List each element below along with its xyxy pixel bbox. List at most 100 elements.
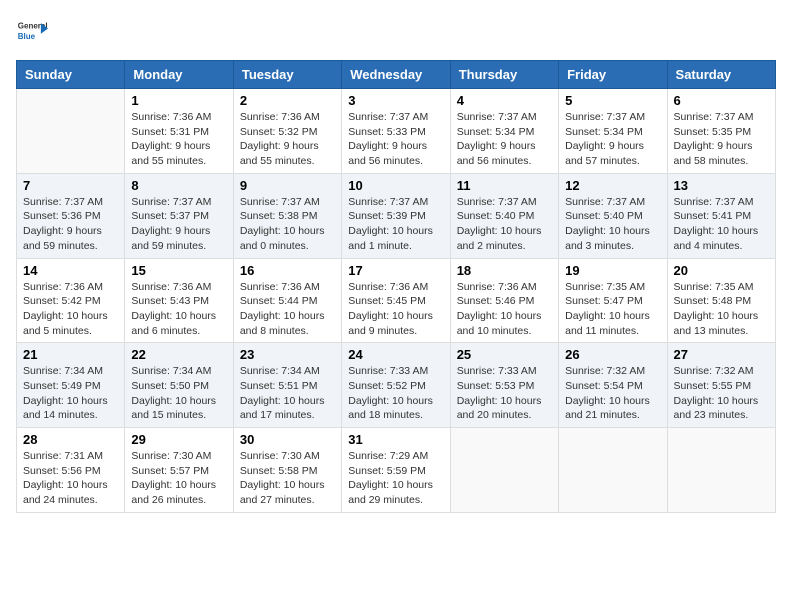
week-row-2: 7 Sunrise: 7:37 AMSunset: 5:36 PMDaylight…: [17, 173, 776, 258]
day-info: Sunrise: 7:37 AMSunset: 5:34 PMDaylight:…: [565, 110, 660, 169]
day-info: Sunrise: 7:37 AMSunset: 5:35 PMDaylight:…: [674, 110, 769, 169]
week-row-3: 14 Sunrise: 7:36 AMSunset: 5:42 PMDayligh…: [17, 258, 776, 343]
day-cell: 2 Sunrise: 7:36 AMSunset: 5:32 PMDaylight…: [233, 89, 341, 174]
day-number: 6: [674, 93, 769, 108]
day-cell: 16 Sunrise: 7:36 AMSunset: 5:44 PMDayligh…: [233, 258, 341, 343]
day-info: Sunrise: 7:34 AMSunset: 5:49 PMDaylight:…: [23, 364, 118, 423]
page-header: General Blue: [16, 16, 776, 48]
day-number: 24: [348, 347, 443, 362]
day-info: Sunrise: 7:31 AMSunset: 5:56 PMDaylight:…: [23, 449, 118, 508]
day-header-friday: Friday: [559, 61, 667, 89]
day-number: 14: [23, 263, 118, 278]
day-info: Sunrise: 7:34 AMSunset: 5:50 PMDaylight:…: [131, 364, 226, 423]
day-info: Sunrise: 7:36 AMSunset: 5:45 PMDaylight:…: [348, 280, 443, 339]
day-number: 13: [674, 178, 769, 193]
day-cell: 29Sunrise: 7:30 AMSunset: 5:57 PMDayligh…: [125, 428, 233, 513]
week-row-5: 28 Sunrise: 7:31 AMSunset: 5:56 PMDayligh…: [17, 428, 776, 513]
day-info: Sunrise: 7:36 AMSunset: 5:44 PMDaylight:…: [240, 280, 335, 339]
svg-text:Blue: Blue: [18, 32, 36, 41]
day-cell: [559, 428, 667, 513]
day-info: Sunrise: 7:37 AMSunset: 5:40 PMDaylight:…: [457, 195, 552, 254]
day-cell: 20 Sunrise: 7:35 AMSunset: 5:48 PMDayligh…: [667, 258, 775, 343]
day-number: 17: [348, 263, 443, 278]
day-info: Sunrise: 7:37 AMSunset: 5:41 PMDaylight:…: [674, 195, 769, 254]
day-cell: 11 Sunrise: 7:37 AMSunset: 5:40 PMDayligh…: [450, 173, 558, 258]
day-info: Sunrise: 7:37 AMSunset: 5:38 PMDaylight:…: [240, 195, 335, 254]
day-number: 3: [348, 93, 443, 108]
week-row-4: 21Sunrise: 7:34 AMSunset: 5:49 PMDayligh…: [17, 343, 776, 428]
day-number: 10: [348, 178, 443, 193]
day-cell: 28 Sunrise: 7:31 AMSunset: 5:56 PMDayligh…: [17, 428, 125, 513]
day-info: Sunrise: 7:32 AMSunset: 5:54 PMDaylight:…: [565, 364, 660, 423]
day-info: Sunrise: 7:32 AMSunset: 5:55 PMDaylight:…: [674, 364, 769, 423]
day-info: Sunrise: 7:33 AMSunset: 5:53 PMDaylight:…: [457, 364, 552, 423]
day-number: 12: [565, 178, 660, 193]
day-number: 7: [23, 178, 118, 193]
day-info: Sunrise: 7:29 AMSunset: 5:59 PMDaylight:…: [348, 449, 443, 508]
day-info: Sunrise: 7:35 AMSunset: 5:48 PMDaylight:…: [674, 280, 769, 339]
day-number: 4: [457, 93, 552, 108]
day-number: 22: [131, 347, 226, 362]
day-cell: [17, 89, 125, 174]
day-cell: 14 Sunrise: 7:36 AMSunset: 5:42 PMDayligh…: [17, 258, 125, 343]
day-header-monday: Monday: [125, 61, 233, 89]
day-cell: 12 Sunrise: 7:37 AMSunset: 5:40 PMDayligh…: [559, 173, 667, 258]
day-cell: [450, 428, 558, 513]
day-cell: 27 Sunrise: 7:32 AMSunset: 5:55 PMDayligh…: [667, 343, 775, 428]
day-number: 9: [240, 178, 335, 193]
day-number: 25: [457, 347, 552, 362]
day-cell: 21Sunrise: 7:34 AMSunset: 5:49 PMDayligh…: [17, 343, 125, 428]
day-number: 2: [240, 93, 335, 108]
day-number: 19: [565, 263, 660, 278]
day-cell: 17 Sunrise: 7:36 AMSunset: 5:45 PMDayligh…: [342, 258, 450, 343]
day-cell: 13 Sunrise: 7:37 AMSunset: 5:41 PMDayligh…: [667, 173, 775, 258]
day-cell: 23Sunrise: 7:34 AMSunset: 5:51 PMDayligh…: [233, 343, 341, 428]
day-cell: 19 Sunrise: 7:35 AMSunset: 5:47 PMDayligh…: [559, 258, 667, 343]
day-header-saturday: Saturday: [667, 61, 775, 89]
day-cell: 1Sunrise: 7:36 AMSunset: 5:31 PMDaylight…: [125, 89, 233, 174]
day-cell: 4 Sunrise: 7:37 AMSunset: 5:34 PMDaylight…: [450, 89, 558, 174]
day-header-wednesday: Wednesday: [342, 61, 450, 89]
day-header-thursday: Thursday: [450, 61, 558, 89]
day-info: Sunrise: 7:37 AMSunset: 5:39 PMDaylight:…: [348, 195, 443, 254]
day-number: 5: [565, 93, 660, 108]
day-number: 8: [131, 178, 226, 193]
day-cell: 15Sunrise: 7:36 AMSunset: 5:43 PMDayligh…: [125, 258, 233, 343]
day-number: 18: [457, 263, 552, 278]
day-number: 30: [240, 432, 335, 447]
day-info: Sunrise: 7:37 AMSunset: 5:40 PMDaylight:…: [565, 195, 660, 254]
day-number: 29: [131, 432, 226, 447]
day-info: Sunrise: 7:36 AMSunset: 5:32 PMDaylight:…: [240, 110, 335, 169]
day-info: Sunrise: 7:33 AMSunset: 5:52 PMDaylight:…: [348, 364, 443, 423]
day-number: 28: [23, 432, 118, 447]
day-cell: 24 Sunrise: 7:33 AMSunset: 5:52 PMDayligh…: [342, 343, 450, 428]
logo: General Blue: [16, 16, 52, 48]
day-number: 20: [674, 263, 769, 278]
day-info: Sunrise: 7:36 AMSunset: 5:46 PMDaylight:…: [457, 280, 552, 339]
days-header-row: SundayMondayTuesdayWednesdayThursdayFrid…: [17, 61, 776, 89]
day-info: Sunrise: 7:37 AMSunset: 5:37 PMDaylight:…: [131, 195, 226, 254]
day-header-tuesday: Tuesday: [233, 61, 341, 89]
day-number: 31: [348, 432, 443, 447]
day-number: 16: [240, 263, 335, 278]
day-number: 23: [240, 347, 335, 362]
day-cell: 3 Sunrise: 7:37 AMSunset: 5:33 PMDaylight…: [342, 89, 450, 174]
day-cell: 8 Sunrise: 7:37 AMSunset: 5:37 PMDaylight…: [125, 173, 233, 258]
day-cell: 9 Sunrise: 7:37 AMSunset: 5:38 PMDaylight…: [233, 173, 341, 258]
day-info: Sunrise: 7:37 AMSunset: 5:33 PMDaylight:…: [348, 110, 443, 169]
day-cell: 22 Sunrise: 7:34 AMSunset: 5:50 PMDayligh…: [125, 343, 233, 428]
day-info: Sunrise: 7:36 AMSunset: 5:42 PMDaylight:…: [23, 280, 118, 339]
day-number: 1: [131, 93, 226, 108]
day-cell: 18 Sunrise: 7:36 AMSunset: 5:46 PMDayligh…: [450, 258, 558, 343]
day-cell: 7 Sunrise: 7:37 AMSunset: 5:36 PMDaylight…: [17, 173, 125, 258]
day-cell: 26Sunrise: 7:32 AMSunset: 5:54 PMDayligh…: [559, 343, 667, 428]
day-cell: [667, 428, 775, 513]
day-cell: 5 Sunrise: 7:37 AMSunset: 5:34 PMDaylight…: [559, 89, 667, 174]
day-info: Sunrise: 7:35 AMSunset: 5:47 PMDaylight:…: [565, 280, 660, 339]
day-number: 11: [457, 178, 552, 193]
logo-icon: General Blue: [16, 16, 48, 48]
day-cell: 30Sunrise: 7:30 AMSunset: 5:58 PMDayligh…: [233, 428, 341, 513]
day-info: Sunrise: 7:37 AMSunset: 5:36 PMDaylight:…: [23, 195, 118, 254]
day-info: Sunrise: 7:37 AMSunset: 5:34 PMDaylight:…: [457, 110, 552, 169]
day-number: 27: [674, 347, 769, 362]
